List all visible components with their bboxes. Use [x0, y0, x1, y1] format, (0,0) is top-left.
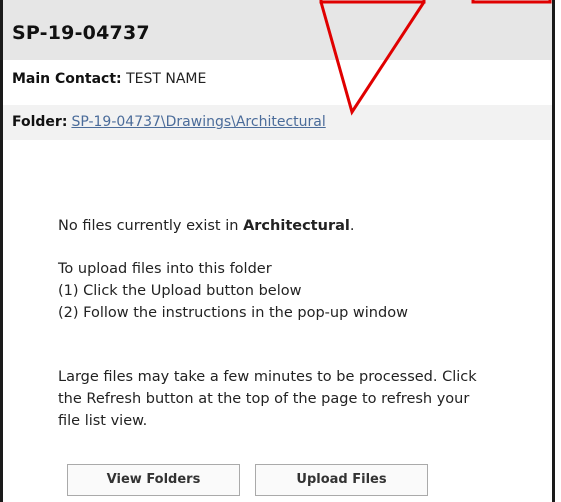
upload-intro-text: To upload files into this folder — [58, 261, 272, 277]
upload-files-button[interactable]: Upload Files — [255, 464, 428, 496]
upload-step-1: (1) Click the Upload button below — [58, 283, 302, 299]
large-files-note-line-1: Large files may take a few minutes to be… — [58, 369, 477, 385]
large-files-note-line-3: file list view. — [58, 413, 148, 429]
view-folders-button[interactable]: View Folders — [67, 464, 240, 496]
empty-message-prefix: No files currently exist in — [58, 218, 239, 234]
red-arrow-annotation — [319, 0, 552, 116]
empty-message-suffix: . — [349, 218, 355, 234]
large-files-note-line-2: the Refresh button at the top of the pag… — [58, 391, 470, 407]
upload-step-2: (2) Follow the instructions in the pop-u… — [58, 305, 408, 321]
empty-folder-message: No files currently exist in Architectura… — [58, 215, 553, 237]
empty-message-folder-name: Architectural — [243, 218, 350, 234]
upload-instructions: To upload files into this folder (1) Cli… — [58, 258, 553, 324]
large-files-note: Large files may take a few minutes to be… — [58, 366, 553, 432]
